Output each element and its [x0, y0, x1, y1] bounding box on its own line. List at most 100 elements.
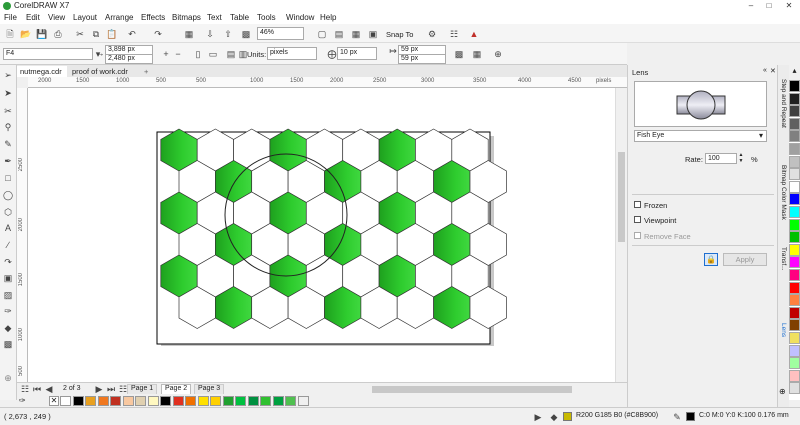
- menu-view[interactable]: View: [48, 13, 65, 22]
- hexagon-pattern[interactable]: [160, 128, 507, 329]
- new-tab-icon[interactable]: +: [141, 66, 151, 77]
- color-swatch[interactable]: [247, 396, 259, 406]
- color-swatch[interactable]: [789, 92, 800, 105]
- horizontal-ruler[interactable]: 2000 1500 1000 500 0 500 1000 1500 2000 …: [28, 77, 627, 88]
- align-grid-icon[interactable]: ▦: [471, 48, 483, 60]
- viewpoint-checkbox[interactable]: [634, 216, 641, 223]
- artistic-media-icon[interactable]: ✒: [2, 155, 14, 167]
- cut-icon[interactable]: ✂: [74, 28, 86, 40]
- color-swatch[interactable]: [789, 382, 800, 395]
- docker-tab-transform[interactable]: Transf...: [780, 247, 787, 271]
- transparency-tool-icon[interactable]: ▨: [2, 289, 14, 301]
- horizontal-scroll-thumb[interactable]: [372, 386, 572, 393]
- color-swatch[interactable]: [789, 332, 800, 344]
- new-document-icon[interactable]: 🗎: [4, 28, 16, 40]
- color-swatch[interactable]: [789, 130, 800, 143]
- publish-pdf-icon[interactable]: ▩: [240, 28, 252, 40]
- color-swatch[interactable]: [110, 396, 121, 406]
- save-icon[interactable]: 💾: [36, 28, 48, 40]
- paste-icon[interactable]: 📋: [106, 28, 118, 40]
- menu-layout[interactable]: Layout: [73, 13, 97, 22]
- rate-stepper[interactable]: ▲ ▼: [737, 152, 745, 164]
- open-icon[interactable]: 📂: [20, 28, 32, 40]
- color-swatch[interactable]: [789, 269, 800, 281]
- object-height-field[interactable]: 2,480 px: [105, 54, 153, 64]
- treat-as-filled-icon[interactable]: ▩: [453, 48, 465, 60]
- color-swatch[interactable]: [297, 396, 309, 406]
- color-swatch[interactable]: [60, 396, 71, 406]
- preset-list[interactable]: F4: [3, 48, 93, 60]
- menu-text[interactable]: Text: [207, 13, 222, 22]
- color-swatch[interactable]: [210, 396, 221, 406]
- color-swatch[interactable]: [85, 396, 96, 406]
- color-swatch[interactable]: [789, 206, 800, 218]
- docker-options-icon[interactable]: «: [763, 67, 767, 74]
- docker-tab-bitmap-color-mask[interactable]: Bitmap Color Mask: [780, 165, 787, 220]
- launch-icon[interactable]: ▲: [468, 28, 480, 40]
- eyedropper-icon[interactable]: ✑: [2, 305, 14, 317]
- add-preset-icon[interactable]: +: [160, 48, 172, 60]
- full-screen-icon[interactable]: ▢: [316, 28, 328, 40]
- color-swatch[interactable]: [789, 256, 800, 269]
- color-swatch[interactable]: [285, 396, 296, 406]
- duplicate-distance-y-field[interactable]: 59 px: [398, 54, 446, 64]
- import-icon[interactable]: ⇩: [204, 28, 216, 40]
- ellipse-tool-icon[interactable]: ◯: [2, 189, 14, 201]
- shape-tool-icon[interactable]: ➤: [2, 87, 14, 99]
- palette-eyedropper-icon[interactable]: ✑: [19, 396, 27, 405]
- color-swatch[interactable]: [97, 396, 109, 406]
- color-swatch[interactable]: [789, 168, 800, 181]
- palette-scroll-up-icon[interactable]: ▴: [789, 66, 800, 80]
- all-pages-icon[interactable]: ▤: [225, 48, 237, 60]
- fill-color-swatch[interactable]: [563, 412, 572, 421]
- color-swatch[interactable]: [789, 369, 800, 382]
- drawing-window[interactable]: [28, 88, 615, 382]
- add-tool-icon[interactable]: ⊕: [2, 372, 14, 384]
- parallel-dimension-icon[interactable]: ∕: [2, 239, 14, 251]
- drop-shadow-icon[interactable]: ▣: [2, 272, 14, 284]
- minimize-button[interactable]: –: [744, 0, 758, 12]
- color-swatch[interactable]: [789, 281, 800, 294]
- color-swatch[interactable]: [789, 105, 800, 118]
- menu-file[interactable]: File: [4, 13, 17, 22]
- color-swatch[interactable]: [272, 396, 284, 406]
- color-swatch[interactable]: [789, 357, 800, 370]
- docker-tab-lens[interactable]: Lens: [780, 323, 787, 337]
- vertical-scrollbar[interactable]: [615, 88, 627, 382]
- doc-tab-nutmega[interactable]: nutmega.cdr: [17, 66, 67, 77]
- color-swatch[interactable]: [789, 306, 800, 319]
- print-icon[interactable]: ⎙: [52, 28, 64, 40]
- rate-field[interactable]: 100: [705, 153, 737, 164]
- color-swatch[interactable]: [72, 396, 84, 406]
- doc-tab-proof-of-work[interactable]: proof of work.cdr: [69, 66, 141, 77]
- crop-tool-icon[interactable]: ✂: [2, 105, 14, 117]
- units-select[interactable]: pixels: [267, 47, 317, 60]
- smart-fill-icon[interactable]: ▩: [2, 338, 14, 350]
- rectangle-tool-icon[interactable]: □: [2, 172, 14, 184]
- options-gear-icon[interactable]: ⚙: [426, 28, 438, 40]
- color-swatch[interactable]: [260, 396, 271, 406]
- connector-tool-icon[interactable]: ↷: [2, 256, 14, 268]
- vertical-scroll-thumb[interactable]: [618, 152, 625, 242]
- menu-effects[interactable]: Effects: [141, 13, 165, 22]
- menu-table[interactable]: Table: [230, 13, 249, 22]
- menu-tools[interactable]: Tools: [257, 13, 276, 22]
- freehand-tool-icon[interactable]: ✎: [2, 138, 14, 150]
- docker-tab-step-and-repeat[interactable]: Step and Repeat: [780, 79, 787, 128]
- show-rulers-icon[interactable]: ▤: [333, 28, 345, 40]
- drawing-surface[interactable]: [28, 88, 615, 382]
- text-tool-icon[interactable]: A: [2, 222, 14, 234]
- search-content-icon[interactable]: ▦: [183, 28, 195, 40]
- remove-face-checkbox[interactable]: [634, 232, 641, 239]
- add-docker-icon[interactable]: ⊕: [779, 387, 786, 396]
- add-icon[interactable]: ⊕: [492, 48, 504, 60]
- color-swatch[interactable]: [789, 180, 800, 193]
- pick-tool-icon[interactable]: ➢: [2, 69, 14, 81]
- info-icon[interactable]: ▶: [532, 411, 544, 423]
- frozen-checkbox[interactable]: [634, 201, 641, 208]
- undo-icon[interactable]: ↶: [126, 28, 138, 40]
- color-swatch[interactable]: [789, 117, 800, 130]
- redo-icon[interactable]: ↷: [152, 28, 164, 40]
- color-swatch[interactable]: [789, 143, 800, 155]
- color-swatch[interactable]: [172, 396, 184, 406]
